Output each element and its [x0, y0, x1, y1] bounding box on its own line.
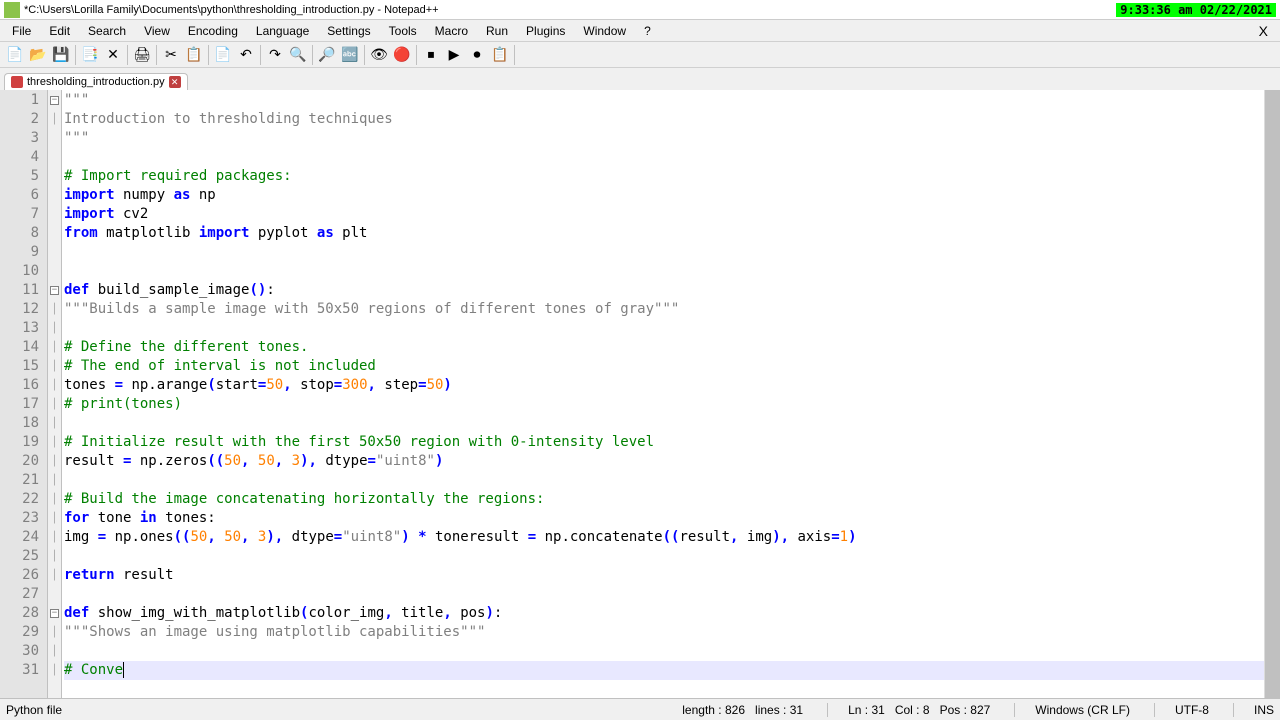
toolbar-button-6[interactable]: ✂ — [160, 44, 182, 66]
timestamp-overlay: 9:33:36 am 02/22/2021 — [1116, 3, 1276, 17]
toolbar-button-12[interactable]: 🔎 — [316, 44, 338, 66]
app-icon — [4, 2, 20, 18]
menu-search[interactable]: Search — [80, 22, 134, 40]
status-length: length : 826 lines : 31 — [682, 703, 803, 717]
line-number-gutter: 1234567891011121314151617181920212223242… — [0, 90, 48, 698]
menu-run[interactable]: Run — [478, 22, 516, 40]
status-language: Python file — [6, 703, 62, 717]
status-insert-mode: INS — [1233, 703, 1274, 717]
fold-toggle-icon[interactable]: − — [50, 286, 59, 295]
toolbar-separator — [156, 45, 157, 65]
vertical-scrollbar[interactable] — [1264, 90, 1280, 698]
menu-encoding[interactable]: Encoding — [180, 22, 246, 40]
toolbar-button-5[interactable]: 🖨 — [131, 44, 153, 66]
tab-bar: thresholding_introduction.py ✕ — [0, 68, 1280, 90]
toolbar-button-18[interactable]: ⏺ — [466, 44, 488, 66]
toolbar-separator — [514, 45, 515, 65]
toolbar-button-11[interactable]: 🔍 — [287, 44, 309, 66]
menu-tools[interactable]: Tools — [381, 22, 425, 40]
toolbar-separator — [208, 45, 209, 65]
menu-plugins[interactable]: Plugins — [518, 22, 573, 40]
file-tab[interactable]: thresholding_introduction.py ✕ — [4, 73, 188, 90]
status-eol: Windows (CR LF) — [1014, 703, 1130, 717]
toolbar-separator — [312, 45, 313, 65]
toolbar-button-3[interactable]: 📑 — [79, 44, 101, 66]
menu-settings[interactable]: Settings — [319, 22, 378, 40]
window-title: *C:\Users\Lorilla Family\Documents\pytho… — [24, 4, 1116, 16]
toolbar-button-14[interactable]: 👁 — [368, 44, 390, 66]
toolbar-separator — [75, 45, 76, 65]
menu-window[interactable]: Window — [575, 22, 634, 40]
toolbar-button-2[interactable]: 💾 — [50, 44, 72, 66]
toolbar-separator — [127, 45, 128, 65]
title-bar: *C:\Users\Lorilla Family\Documents\pytho… — [0, 0, 1280, 20]
file-modified-icon — [11, 76, 23, 88]
toolbar-separator — [364, 45, 365, 65]
scrollbar-thumb[interactable] — [1265, 90, 1280, 698]
menu-bar: File Edit Search View Encoding Language … — [0, 20, 1280, 42]
menu-help[interactable]: ? — [636, 22, 659, 40]
toolbar-button-10[interactable]: ↷ — [264, 44, 286, 66]
toolbar-button-15[interactable]: 🔴 — [391, 44, 413, 66]
tab-close-icon[interactable]: ✕ — [169, 76, 181, 88]
status-bar: Python file length : 826 lines : 31 Ln :… — [0, 698, 1280, 720]
toolbar-button-4[interactable]: ✕ — [102, 44, 124, 66]
toolbar-separator — [260, 45, 261, 65]
menu-view[interactable]: View — [136, 22, 178, 40]
toolbar-button-7[interactable]: 📋 — [183, 44, 205, 66]
toolbar-button-0[interactable]: 📄 — [4, 44, 26, 66]
menu-language[interactable]: Language — [248, 22, 317, 40]
toolbar-button-9[interactable]: ↶ — [235, 44, 257, 66]
toolbar-button-16[interactable]: ⏹ — [420, 44, 442, 66]
toolbar-button-13[interactable]: 🔤 — [339, 44, 361, 66]
status-encoding: UTF-8 — [1154, 703, 1209, 717]
menu-file[interactable]: File — [4, 22, 39, 40]
toolbar-button-8[interactable]: 📄 — [212, 44, 234, 66]
toolbar-separator — [416, 45, 417, 65]
tab-label: thresholding_introduction.py — [27, 76, 165, 88]
toolbar-button-17[interactable]: ▶ — [443, 44, 465, 66]
window-close-button[interactable]: X — [1251, 21, 1276, 41]
menu-edit[interactable]: Edit — [41, 22, 78, 40]
editor-area[interactable]: 1234567891011121314151617181920212223242… — [0, 90, 1280, 698]
toolbar-button-1[interactable]: 📂 — [27, 44, 49, 66]
code-content[interactable]: """Introduction to thresholding techniqu… — [62, 90, 1264, 698]
fold-toggle-icon[interactable]: − — [50, 96, 59, 105]
status-caret: Ln : 31 Col : 8 Pos : 827 — [827, 703, 990, 717]
menu-macro[interactable]: Macro — [427, 22, 476, 40]
fold-column[interactable]: −│ −│││││││││││││││ −│││ — [48, 90, 62, 698]
toolbar: 📄📂💾📑✕🖨✂📋📄↶↷🔍🔎🔤👁🔴⏹▶⏺📋 — [0, 42, 1280, 68]
fold-toggle-icon[interactable]: − — [50, 609, 59, 618]
toolbar-button-19[interactable]: 📋 — [489, 44, 511, 66]
